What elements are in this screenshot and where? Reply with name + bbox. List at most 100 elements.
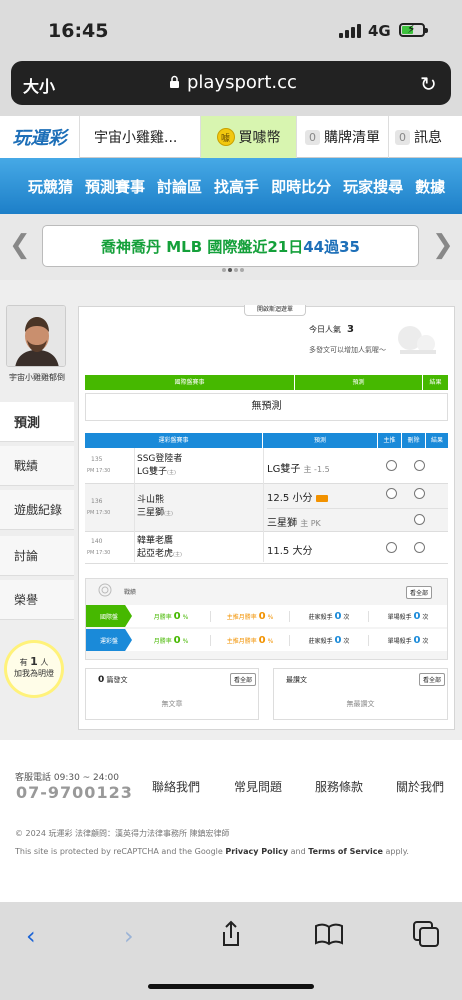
delete-radio[interactable]: [414, 460, 425, 471]
profile-name: 宇宙小雞雞郁倒: [9, 373, 65, 382]
footer-link-contact[interactable]: 聯絡我們: [152, 778, 200, 795]
cart-count: 0: [305, 129, 320, 145]
banner-text: 喬神喬丹 MLB 國際盤近21日: [101, 237, 304, 256]
nav-item-player-search[interactable]: 玩家搜尋: [343, 176, 403, 197]
home-team: LG雙子: [137, 467, 167, 477]
home-indicator: [148, 984, 314, 989]
chevron-right-icon[interactable]: ❯: [432, 230, 454, 260]
lock-icon: [170, 75, 179, 88]
no-prediction: 無預測: [85, 393, 448, 421]
recaptcha-note: This site is protected by reCAPTCHA and …: [15, 847, 409, 856]
helper-lightbulb[interactable]: 有 1 人 加我為明燈: [4, 640, 64, 698]
sport-table-header: 運彩盤賽事 預測 主推 刪除 結果: [85, 433, 448, 448]
helpers-text: 加我為明燈: [14, 669, 54, 678]
record-cell: 月勝率 0 %: [132, 634, 211, 646]
replies-view-all-button[interactable]: 看全部: [419, 673, 446, 686]
back-icon[interactable]: ‹: [26, 922, 36, 950]
record-cell: 主推月勝率 0 %: [211, 634, 290, 646]
game-teams: 斗山熊 三星獅(主): [137, 494, 173, 521]
game-number: 136: [91, 498, 103, 505]
reload-icon[interactable]: ↻: [420, 72, 437, 96]
cart-link[interactable]: 0 購牌清單: [297, 116, 389, 158]
share-icon[interactable]: [219, 920, 243, 948]
avatar[interactable]: [6, 305, 66, 367]
banner-record: 44過35: [303, 237, 360, 256]
nav-item-live-score[interactable]: 即時比分: [271, 176, 331, 197]
forward-icon[interactable]: ›: [124, 922, 134, 950]
delete-radio[interactable]: [414, 488, 425, 499]
nav-item-guess[interactable]: 玩競猜: [28, 176, 73, 197]
posts-empty: 無文章: [161, 700, 183, 708]
delete-radio[interactable]: [414, 514, 425, 525]
footer-link-terms[interactable]: 服務條款: [315, 778, 363, 795]
helpers-count: 1: [30, 655, 38, 668]
address-bar[interactable]: 大小 playsport.cc ↻: [11, 61, 451, 105]
home-team: 三星獅: [137, 508, 165, 518]
pick-cell: 12.5 小分: [267, 489, 328, 504]
sport-col-game: 運彩盤賽事: [85, 433, 263, 448]
nav-item-forum[interactable]: 討論區: [157, 176, 202, 197]
nav-item-predict[interactable]: 預測賽事: [85, 176, 145, 197]
away-team: 韓華老鷹: [137, 536, 174, 546]
banner-slide[interactable]: 喬神喬丹 MLB 國際盤近21日 44過35: [42, 225, 419, 267]
terms-link[interactable]: Terms of Service: [308, 847, 383, 856]
record-cell: 主推月勝率 0 %: [211, 610, 290, 622]
messages-link[interactable]: 0 訊息: [389, 116, 462, 158]
buy-coin-button[interactable]: 噱買噱幣: [201, 116, 297, 158]
game-time: PM 17:30: [87, 510, 111, 516]
away-team: 斗山熊: [137, 495, 165, 505]
footer-link-about[interactable]: 關於我們: [396, 778, 444, 795]
sidebar-item-game-log[interactable]: 遊戲紀錄: [0, 490, 74, 530]
record-cell: 月勝率 0 %: [132, 610, 211, 622]
pick-note: 主 -1.5: [303, 465, 330, 474]
pick-cell: 三星獅 主 PK: [267, 514, 321, 529]
service-phone[interactable]: 07-9700123: [16, 783, 133, 802]
pick-cell: 11.5 大分: [267, 542, 312, 557]
sidebar-item-honors[interactable]: 榮譽: [0, 580, 74, 620]
sidebar-item-predict[interactable]: 預測: [0, 402, 74, 442]
sport-col-result: 結果: [430, 437, 443, 444]
main-pick-radio[interactable]: [386, 542, 397, 553]
nav-item-experts[interactable]: 找高手: [214, 176, 259, 197]
privacy-link[interactable]: Privacy Policy: [225, 847, 288, 856]
record-cell: 莊家殺手 0 次: [290, 634, 369, 646]
sidebar-item-discuss[interactable]: 討論: [0, 536, 74, 576]
target-icon: [98, 583, 112, 597]
msg-count: 0: [395, 129, 410, 145]
banner-carousel: ❮ 喬神喬丹 MLB 國際盤近21日 44過35 ❯: [0, 214, 462, 280]
pick-team: 11.5 大分: [267, 546, 313, 557]
url-text: playsport.cc: [187, 72, 297, 93]
delete-radio[interactable]: [414, 542, 425, 553]
coin-icon: 噱: [216, 128, 235, 146]
replies-empty: 無最讚文: [346, 700, 375, 708]
site-logo[interactable]: 玩運彩: [0, 116, 80, 158]
tabs-icon[interactable]: [412, 920, 440, 948]
record-tag: 國際盤: [86, 605, 132, 627]
record-cell: 單場殺手 0 次: [387, 634, 429, 646]
bookmarks-icon[interactable]: [314, 922, 344, 946]
footer-link-faq[interactable]: 常見問題: [234, 778, 282, 795]
records-view-all-button[interactable]: 看全部: [406, 586, 433, 599]
sport-col-main: 主推: [378, 433, 402, 448]
records-box: 戰績 看全部 國際盤 月勝率 0 % 主推月勝率 0 % 莊家殺手 0 次 單場…: [85, 578, 448, 660]
clock: 16:45: [48, 20, 109, 42]
replies-box: 最讚文 看全部 無最讚文: [273, 668, 448, 720]
browser-toolbar: 大小 playsport.cc ↻: [0, 56, 462, 116]
main-pick-radio[interactable]: [386, 488, 397, 499]
sidebar-item-record[interactable]: 戰績: [0, 446, 74, 486]
chevron-left-icon[interactable]: ❮: [9, 230, 31, 260]
text-size-button[interactable]: 大小: [23, 73, 55, 97]
buy-label: 買噱幣: [238, 130, 281, 146]
main-pick-radio[interactable]: [386, 460, 397, 471]
open-tab[interactable]: 開啟斯迴遊單: [244, 305, 306, 316]
more-post-hint: 多發文可以增加人氣喔～: [309, 346, 386, 354]
msg-label: 訊息: [414, 130, 442, 146]
today-pop-value: 3: [347, 324, 354, 335]
game-time: PM 17:30: [87, 550, 111, 556]
helpers-post: 人: [40, 658, 49, 667]
posts-view-all-button[interactable]: 看全部: [230, 673, 257, 686]
pick-team: 12.5 小分: [267, 493, 313, 504]
main-nav: 玩競猜 預測賽事 討論區 找高手 即時比分 玩家搜尋 數據: [0, 158, 462, 214]
nav-item-data[interactable]: 數據: [415, 176, 445, 197]
user-name-link[interactable]: 宇宙小雞雞...: [80, 116, 201, 158]
